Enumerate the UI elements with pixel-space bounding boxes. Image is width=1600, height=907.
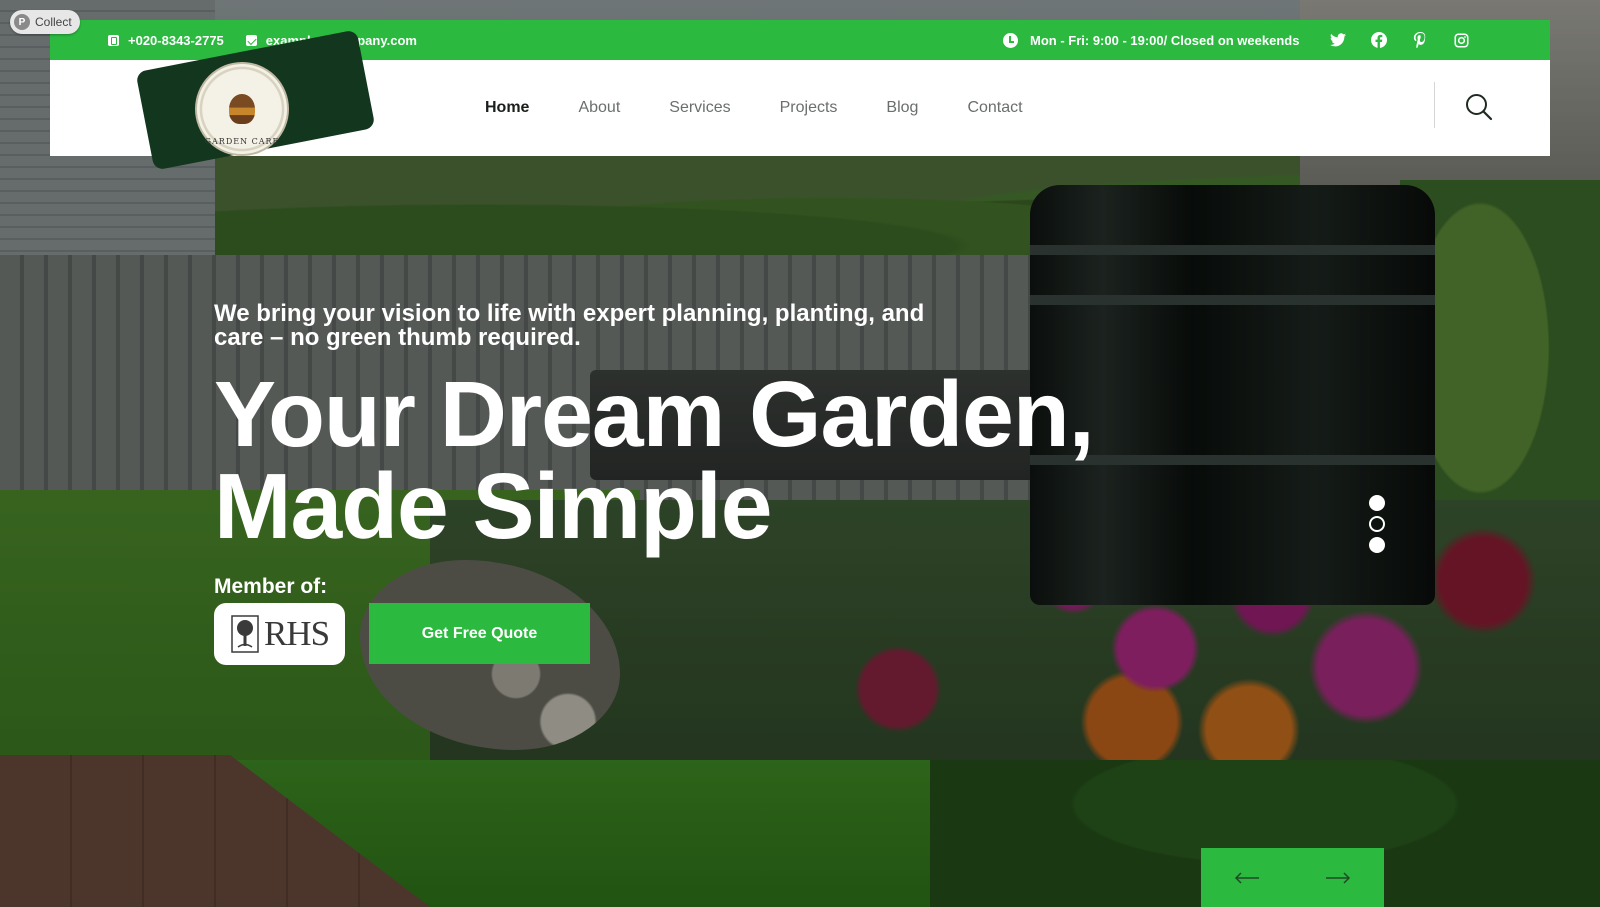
- robin-icon: [229, 94, 255, 124]
- p-logo-icon: P: [14, 14, 30, 30]
- collect-label: Collect: [35, 15, 72, 29]
- logo-ring-text: GARDEN CARE: [204, 137, 280, 146]
- contact-info: +020-8343-2775 example@company.com: [108, 33, 417, 48]
- slider-dots: [1369, 495, 1385, 553]
- nav-item-home[interactable]: Home: [485, 99, 529, 117]
- mail-icon: [245, 34, 257, 46]
- rhs-text: RHS: [263, 614, 330, 653]
- headline-line-1: Your Dream Garden,: [214, 362, 1095, 466]
- clock-icon: [1003, 32, 1018, 48]
- facebook-icon[interactable]: [1371, 32, 1387, 48]
- garden-care-logo[interactable]: GARDEN CARE: [195, 62, 289, 156]
- main-nav: Home About Services Projects Blog Contac…: [485, 60, 1023, 156]
- member-label: Member of:: [214, 575, 328, 598]
- pinterest-icon[interactable]: [1412, 32, 1428, 48]
- nav-item-blog[interactable]: Blog: [886, 99, 918, 117]
- nav-item-contact[interactable]: Contact: [967, 99, 1022, 117]
- slider-dot-3[interactable]: [1369, 537, 1385, 553]
- arrow-right-icon[interactable]: [1318, 863, 1358, 893]
- hero-tagline: We bring your vision to life with expert…: [214, 300, 925, 351]
- social-links: [1330, 32, 1469, 48]
- nav-item-about[interactable]: About: [578, 99, 620, 117]
- header-divider: [1434, 82, 1435, 128]
- tree-icon: [231, 615, 259, 653]
- instagram-icon[interactable]: [1453, 32, 1469, 48]
- slider-dot-2-active[interactable]: [1369, 516, 1385, 532]
- slider-dot-1[interactable]: [1369, 495, 1385, 511]
- twitter-icon[interactable]: [1330, 32, 1346, 48]
- arrow-left-icon[interactable]: [1227, 863, 1267, 893]
- nav-item-services[interactable]: Services: [669, 99, 730, 117]
- phone-number: +020-8343-2775: [128, 32, 224, 48]
- nav-item-projects[interactable]: Projects: [780, 99, 838, 117]
- collect-badge[interactable]: P Collect: [10, 10, 80, 34]
- search-icon[interactable]: [1464, 92, 1494, 122]
- slider-arrows: [1201, 848, 1384, 907]
- get-free-quote-button[interactable]: Get Free Quote: [369, 603, 590, 664]
- phone-icon: [108, 34, 119, 46]
- rhs-badge[interactable]: RHS: [214, 603, 345, 665]
- opening-hours: Mon - Fri: 9:00 - 19:00/ Closed on weeke…: [1003, 32, 1300, 48]
- hours-text: Mon - Fri: 9:00 - 19:00/ Closed on weeke…: [1030, 32, 1300, 48]
- hero-headline: Your Dream Garden, Made Simple: [214, 362, 1095, 558]
- phone-link[interactable]: +020-8343-2775: [108, 33, 224, 48]
- headline-line-2: Made Simple: [214, 454, 772, 558]
